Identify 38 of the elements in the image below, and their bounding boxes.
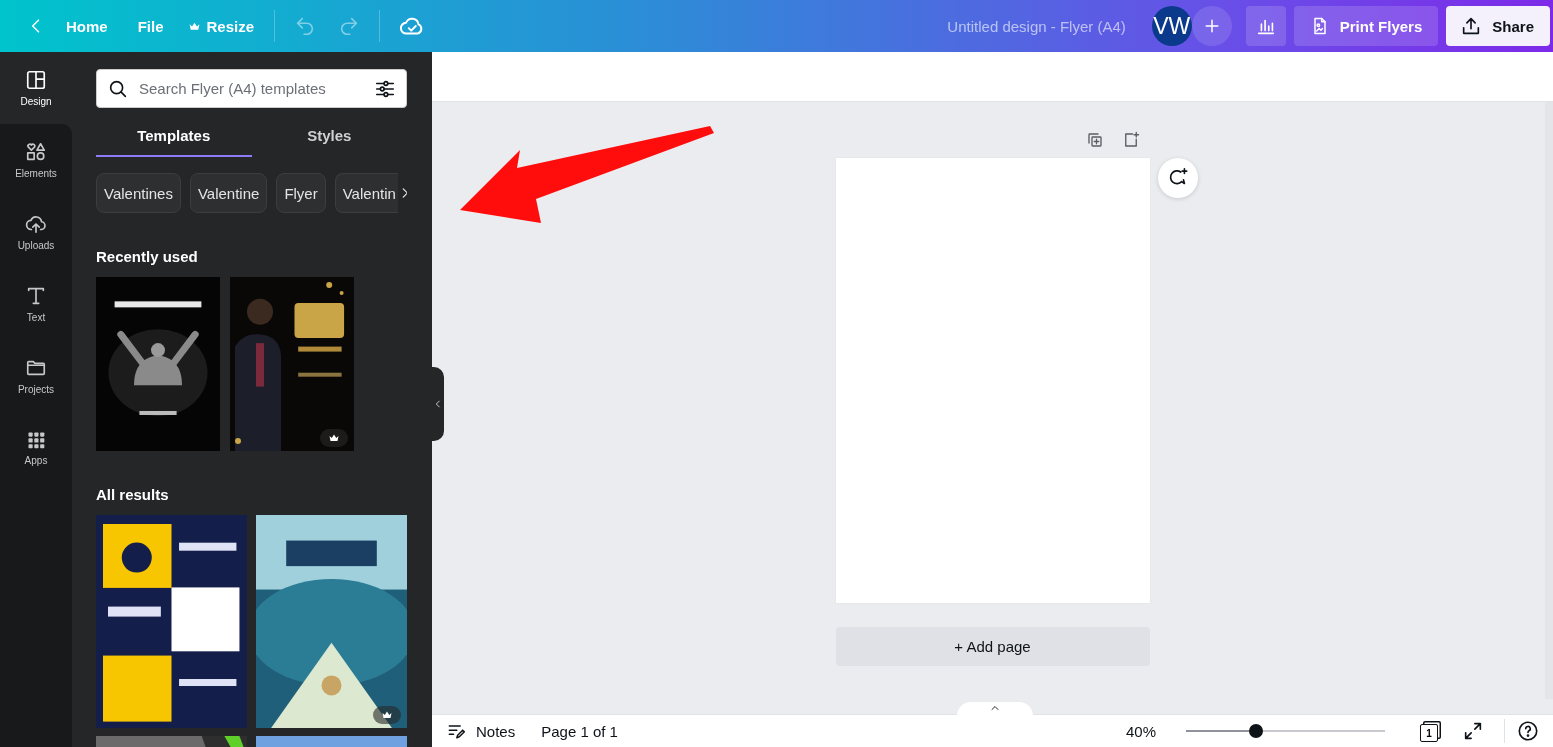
zoom-percentage[interactable]: 40% [1126,722,1176,740]
panel-tab[interactable]: Styles [251,115,407,157]
sidebar-item[interactable]: Text [0,268,72,340]
scrollbar[interactable] [1545,102,1553,699]
sidebar-item[interactable]: Projects [0,340,72,412]
add-comment-button[interactable] [1157,158,1198,198]
notes-button[interactable]: Notes [446,721,516,741]
layout-icon [25,69,47,91]
cloud-upload-icon [25,213,47,235]
shapes-icon [25,141,47,163]
keyword-chip[interactable]: Valentines [96,173,181,213]
print-button[interactable]: Print Flyers [1293,6,1439,46]
add-page-button[interactable]: + Add page [835,627,1150,666]
crown-icon [381,709,393,721]
keyword-chip[interactable]: Valentine [189,173,268,213]
section-heading: All results [96,486,170,503]
text-icon [25,285,47,307]
sidebar-item[interactable]: Uploads [0,196,72,268]
insights-button[interactable] [1245,6,1286,46]
panel-tab[interactable]: Templates [96,115,252,157]
add-person-button[interactable] [1191,6,1232,46]
keyword-chip[interactable]: Valentin [334,173,398,213]
section-heading: Recently used [96,248,199,265]
page-indicator: Page 1 of 1 [541,722,618,740]
keyword-chip[interactable]: Flyer [276,173,326,213]
collapse-panel-handle[interactable] [432,367,444,441]
sidebar-item[interactable]: Apps [0,412,72,484]
user-avatar[interactable]: VW [1151,6,1192,46]
fullscreen-icon [1462,720,1484,742]
help-icon [1517,720,1539,742]
share-button[interactable]: Share [1446,6,1550,46]
search-bar[interactable]: Search Flyer (A4) templates [96,69,407,108]
slider-thumb[interactable] [1248,724,1263,738]
apps-icon [26,430,46,450]
duplicate-page-icon [1085,131,1104,149]
chevron-left-icon [433,399,443,409]
crown-icon [328,432,340,444]
sidebar-item[interactable]: Elements [0,124,72,196]
